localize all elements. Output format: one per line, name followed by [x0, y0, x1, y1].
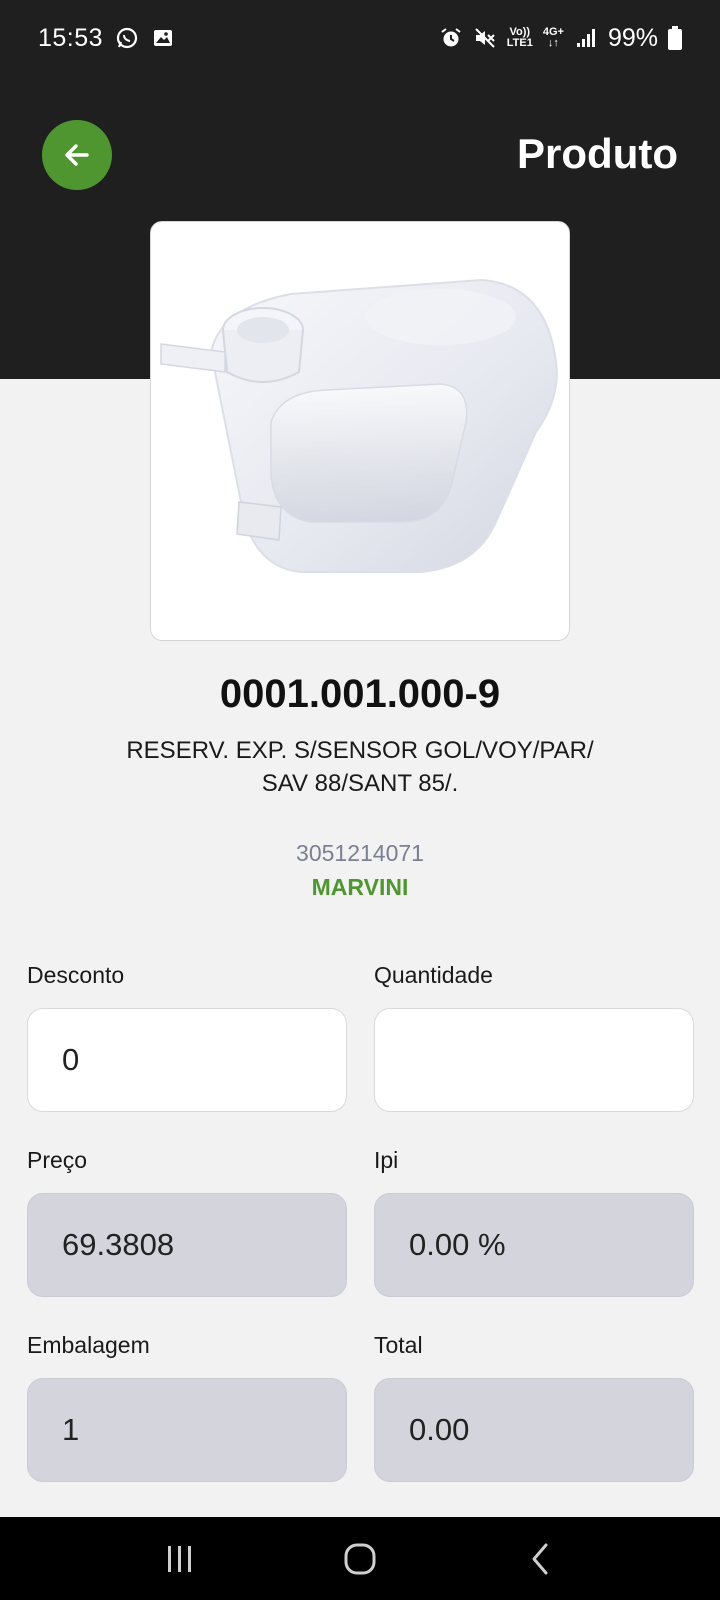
- back-button[interactable]: [42, 120, 112, 190]
- system-nav-bar: [0, 1517, 720, 1600]
- total-field: 0.00: [374, 1378, 694, 1482]
- product-code: 0001.001.000-9: [219, 672, 501, 716]
- embalagem-label: Embalagem: [27, 1332, 150, 1358]
- battery-percentage: 99%: [607, 23, 658, 52]
- desconto-label: Desconto: [27, 962, 125, 988]
- volte-bottom-label: LTE1: [506, 37, 533, 49]
- status-time: 15:53: [38, 23, 104, 52]
- quantidade-label: Quantidade: [374, 962, 493, 988]
- mute-icon: [475, 28, 495, 48]
- volte-icon: Vo)) LTE1: [507, 27, 533, 49]
- battery-icon: [668, 26, 682, 50]
- home-icon: [344, 1543, 376, 1574]
- ipi-value: 0.00 %: [409, 1227, 506, 1262]
- signal-icon: [576, 29, 595, 47]
- recent-apps-button[interactable]: [145, 1529, 215, 1589]
- status-left: 15:53: [38, 24, 175, 53]
- preco-label: Preço: [27, 1147, 88, 1173]
- alarm-icon: [441, 28, 461, 47]
- status-right: Vo)) LTE1 4G+ ↓↑ 99%: [439, 24, 682, 53]
- ipi-label: Ipi: [374, 1147, 399, 1173]
- 4g-icon: 4G+ ↓↑: [543, 27, 564, 49]
- recent-apps-icon: [168, 1545, 191, 1572]
- quantidade-field[interactable]: [374, 1008, 694, 1112]
- product-description: RESERV. EXP. S/SENSOR GOL/VOY/PAR/ SAV 8…: [126, 737, 594, 797]
- ipi-field: 0.00 %: [374, 1193, 694, 1297]
- gallery-icon: [154, 30, 173, 46]
- back-nav-button[interactable]: [505, 1529, 575, 1589]
- data-arrows: ↓↑: [547, 37, 559, 49]
- arrow-left-icon: [65, 144, 89, 166]
- product-reference: 3051214071: [296, 840, 424, 866]
- product-image: [150, 221, 570, 641]
- product-screen: 15:53 Vo)) LTE1 4G+ ↓↑ 99% Produto 0001.…: [0, 0, 720, 1600]
- desconto-input[interactable]: [62, 1042, 346, 1078]
- page-title: Produto: [517, 130, 678, 177]
- total-label: Total: [374, 1332, 423, 1358]
- reservoir-tank-image: [160, 278, 558, 573]
- quantidade-input[interactable]: [409, 1042, 693, 1078]
- total-value: 0.00: [409, 1412, 470, 1447]
- embalagem-field: 1: [27, 1378, 347, 1482]
- preco-value: 69.3808: [62, 1227, 175, 1262]
- back-nav-icon: [532, 1543, 548, 1574]
- whatsapp-icon: [116, 27, 138, 49]
- home-button[interactable]: [325, 1529, 395, 1589]
- preco-field: 69.3808: [27, 1193, 347, 1297]
- embalagem-value: 1: [62, 1412, 80, 1447]
- desconto-field[interactable]: [27, 1008, 347, 1112]
- status-bar: 15:53 Vo)) LTE1 4G+ ↓↑ 99%: [0, 0, 720, 76]
- product-brand: MARVINI: [311, 874, 409, 900]
